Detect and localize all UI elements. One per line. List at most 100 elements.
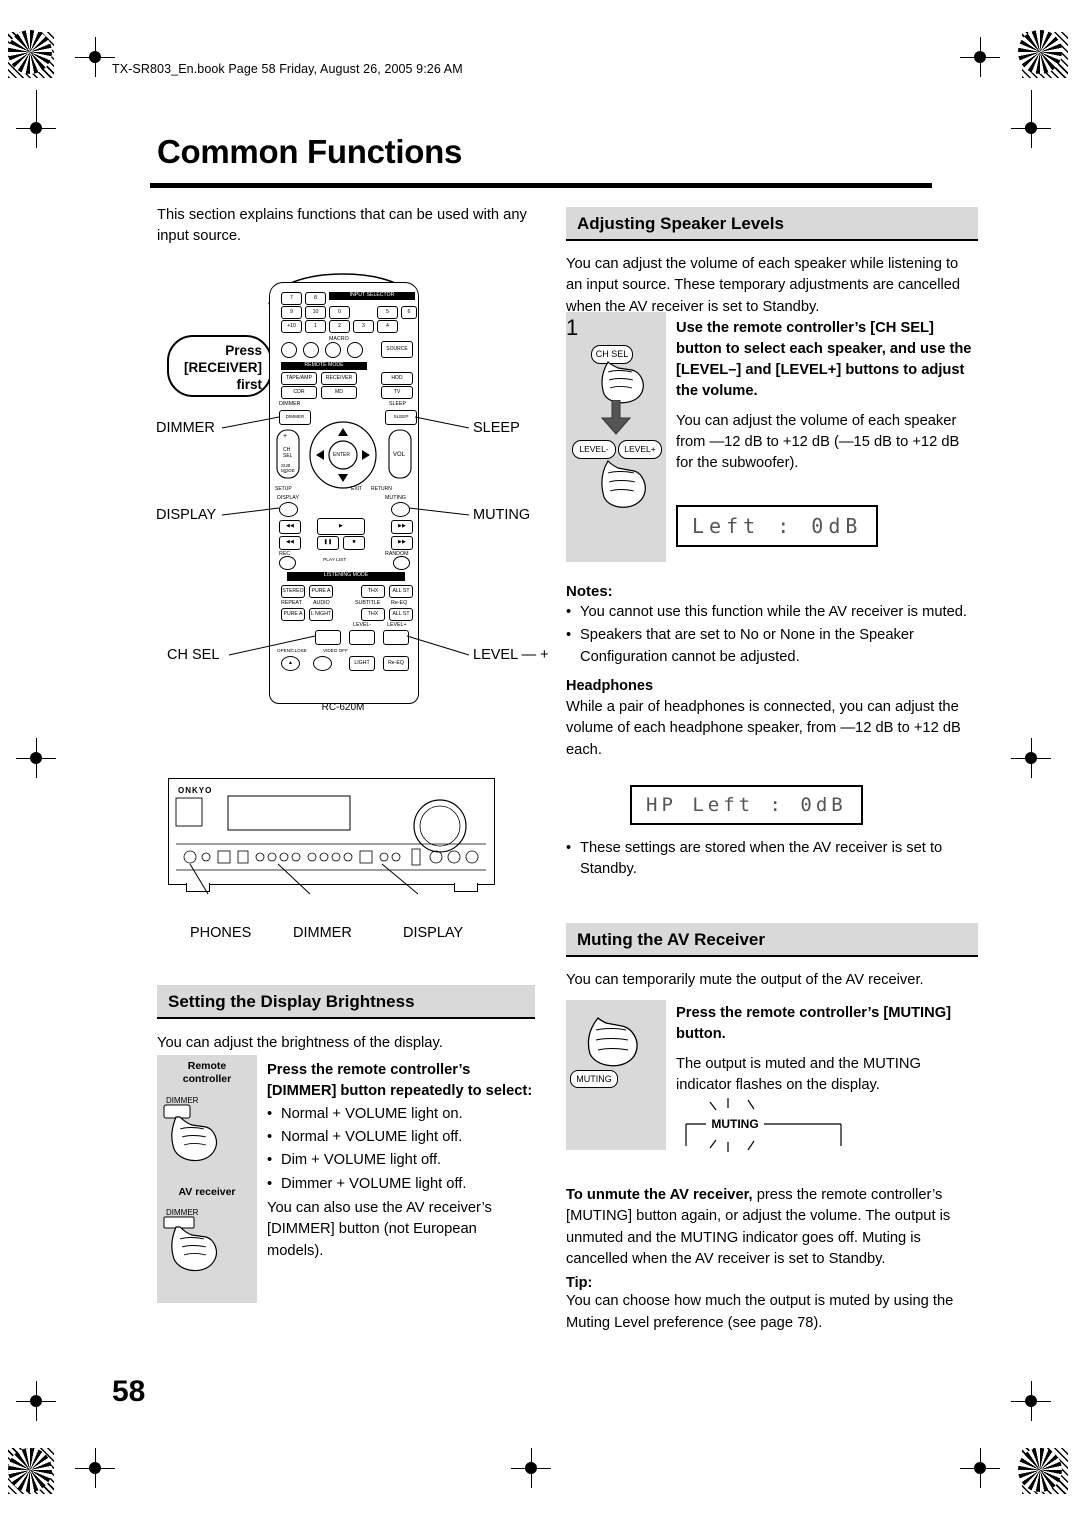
dimmer-option-text-0: Normal + VOLUME light on. [281, 1105, 463, 1122]
remote-key-re-eq[interactable]: ALL ST [389, 608, 413, 621]
unmute-bold: To unmute the AV receiver, [566, 1187, 753, 1203]
remote-key-display[interactable] [279, 502, 298, 517]
remote-key-hdd[interactable]: HDD [381, 372, 413, 385]
colour-bar-top-right [1018, 30, 1062, 74]
remote-key-prev[interactable]: ◀◀ [279, 520, 301, 534]
speaker-levels-heading: Adjusting Speaker Levels [566, 207, 978, 241]
remote-key-3[interactable]: 3 [353, 320, 374, 333]
remote-key-video-off[interactable] [313, 656, 332, 671]
remote-key-7[interactable]: 7 [281, 292, 302, 305]
remote-repeat-label: REPEAT [281, 600, 302, 606]
muting-step-body: The output is muted and the MUTING indic… [676, 1055, 921, 1094]
remote-display-key-label: DISPLAY [277, 495, 299, 501]
step-number-1: 1 [566, 315, 579, 340]
remote-key-pure-a[interactable]: PURE A [309, 585, 333, 598]
remote-key-4[interactable]: 4 [377, 320, 398, 333]
remote-key-plus10[interactable]: +10 [281, 320, 302, 333]
remote-key-tv[interactable]: TV [381, 386, 413, 399]
bullet-glyph: • [566, 627, 572, 644]
registration-mark-right-middle [1011, 738, 1051, 778]
remote-key-macro-4[interactable] [347, 342, 363, 358]
receiver-brand: ONKYO [178, 786, 213, 795]
remote-key-rec[interactable] [279, 556, 296, 570]
unmute-paragraph: To unmute the AV receiver, press the rem… [566, 1185, 978, 1270]
remote-key-2[interactable]: 2 [329, 320, 350, 333]
remote-key-ff[interactable]: ▶▶ [391, 536, 413, 550]
lcd-display-2-wrapper: HP Left : 0dB [630, 785, 863, 825]
remote-key-subtitle[interactable]: THX [361, 608, 385, 621]
display-brightness-steps: Press the remote controller’s [DIMMER] b… [267, 1060, 537, 1264]
remote-key-10[interactable]: 10 [305, 306, 326, 319]
remote-re-eq-label: Re-EQ [391, 600, 408, 606]
remote-key-next[interactable]: ▶▶ [391, 520, 413, 534]
remote-key-5[interactable]: 5 [377, 306, 398, 319]
remote-key-source[interactable]: SOURCE [381, 341, 413, 358]
remote-key-dimmer[interactable]: DIMMER [279, 410, 311, 425]
remote-audio-label: AUDIO [313, 600, 330, 606]
callout-sleep: SLEEP [473, 420, 520, 436]
receiver-front-panel [168, 778, 495, 885]
remote-key-receiver[interactable]: RECEIVER [321, 372, 357, 385]
colour-bar-bottom-left [8, 1448, 52, 1492]
remote-key-rew[interactable]: ◀◀ [279, 536, 301, 550]
speaker-levels-section: Adjusting Speaker Levels You can adjust … [566, 207, 978, 320]
remote-key-tape-amp[interactable]: TAPE/AMP [281, 372, 317, 385]
lcd-display-1: Left : 0dB [676, 505, 879, 547]
remote-listening-mode-label: LISTENING MODE [287, 572, 405, 581]
remote-key-pause[interactable]: ❚❚ [317, 536, 339, 550]
dimmer-option-1: • Normal + VOLUME light off. [267, 1127, 537, 1148]
note-item-1: • Speakers that are set to No or None in … [566, 625, 978, 668]
remote-key-re-eq-2[interactable]: Re-EQ [383, 656, 409, 671]
callout-phones: PHONES [190, 925, 252, 941]
remote-key-macro-1[interactable] [281, 342, 297, 358]
left-column: This section explains functions that can… [157, 205, 557, 250]
lcd-display-1-wrapper: Left : 0dB [676, 505, 879, 547]
colour-bar-top-left [8, 30, 52, 74]
remote-video-off-label: VIDEO OFF [323, 648, 348, 653]
hand-pressing-dimmer-receiver-icon [163, 1216, 218, 1272]
remote-key-repeat[interactable]: PURE A [281, 608, 305, 621]
trim-line-left-vertical [36, 90, 37, 145]
remote-plus-label: + [283, 433, 288, 440]
bullet-glyph: • [267, 1175, 273, 1192]
lcd-display-2: HP Left : 0dB [630, 785, 863, 825]
remote-controller-label: Remote controller [157, 1060, 257, 1085]
remote-key-6[interactable]: 6 [401, 306, 417, 319]
remote-key-play[interactable]: ▶ [317, 518, 365, 535]
remote-key-cdr[interactable]: CDR [281, 386, 317, 399]
callout-dimmer: DIMMER [156, 420, 215, 436]
title-rule [150, 183, 932, 188]
remote-key-stop[interactable]: ■ [343, 536, 365, 550]
speaker-levels-notes: Notes: • You cannot use this function whi… [566, 573, 978, 763]
receiver-foot-right [454, 883, 478, 892]
remote-key-md[interactable]: MD [321, 386, 357, 399]
remote-key-1[interactable]: 1 [305, 320, 326, 333]
registration-mark-left-lower [16, 1381, 56, 1421]
remote-key-open-close[interactable]: ▲ [281, 656, 300, 671]
remote-key-0[interactable]: 0 [329, 306, 350, 319]
final-note-text: These settings are stored when the AV re… [580, 840, 943, 878]
remote-key-all-st[interactable]: ALL ST [389, 585, 413, 598]
remote-key-level-minus[interactable] [349, 630, 375, 645]
remote-key-random[interactable] [393, 556, 410, 570]
remote-key-9[interactable]: 9 [281, 306, 302, 319]
remote-key-8[interactable]: 8 [305, 292, 326, 305]
remote-level-plus-label: LEVEL+ [387, 622, 407, 628]
remote-key-thx[interactable]: THX [361, 585, 385, 598]
press-bubble-line-1: Press [225, 343, 262, 358]
press-bubble-line-2: [RECEIVER] [183, 359, 262, 375]
remote-key-stereo[interactable]: STEREO [281, 585, 305, 598]
bullet-glyph: • [566, 840, 572, 856]
remote-key-level-plus[interactable] [383, 630, 409, 645]
remote-key-muting[interactable] [391, 502, 410, 517]
remote-key-sleep[interactable]: SLEEP [385, 410, 417, 425]
remote-input-selector-label: INPUT SELECTOR [329, 292, 415, 300]
dimmer-footnote: You can also use the AV receiver’s [DIMM… [267, 1200, 492, 1259]
remote-key-audio[interactable]: L NIGHT [309, 608, 333, 621]
callout-muting: MUTING [473, 507, 531, 523]
remote-key-macro-3[interactable] [325, 342, 341, 358]
remote-key-ch-sel[interactable] [315, 630, 341, 645]
remote-key-macro-2[interactable] [303, 342, 319, 358]
remote-key-light[interactable]: LIGHT [349, 656, 375, 671]
dimmer-option-text-3: Dimmer + VOLUME light off. [281, 1175, 467, 1192]
